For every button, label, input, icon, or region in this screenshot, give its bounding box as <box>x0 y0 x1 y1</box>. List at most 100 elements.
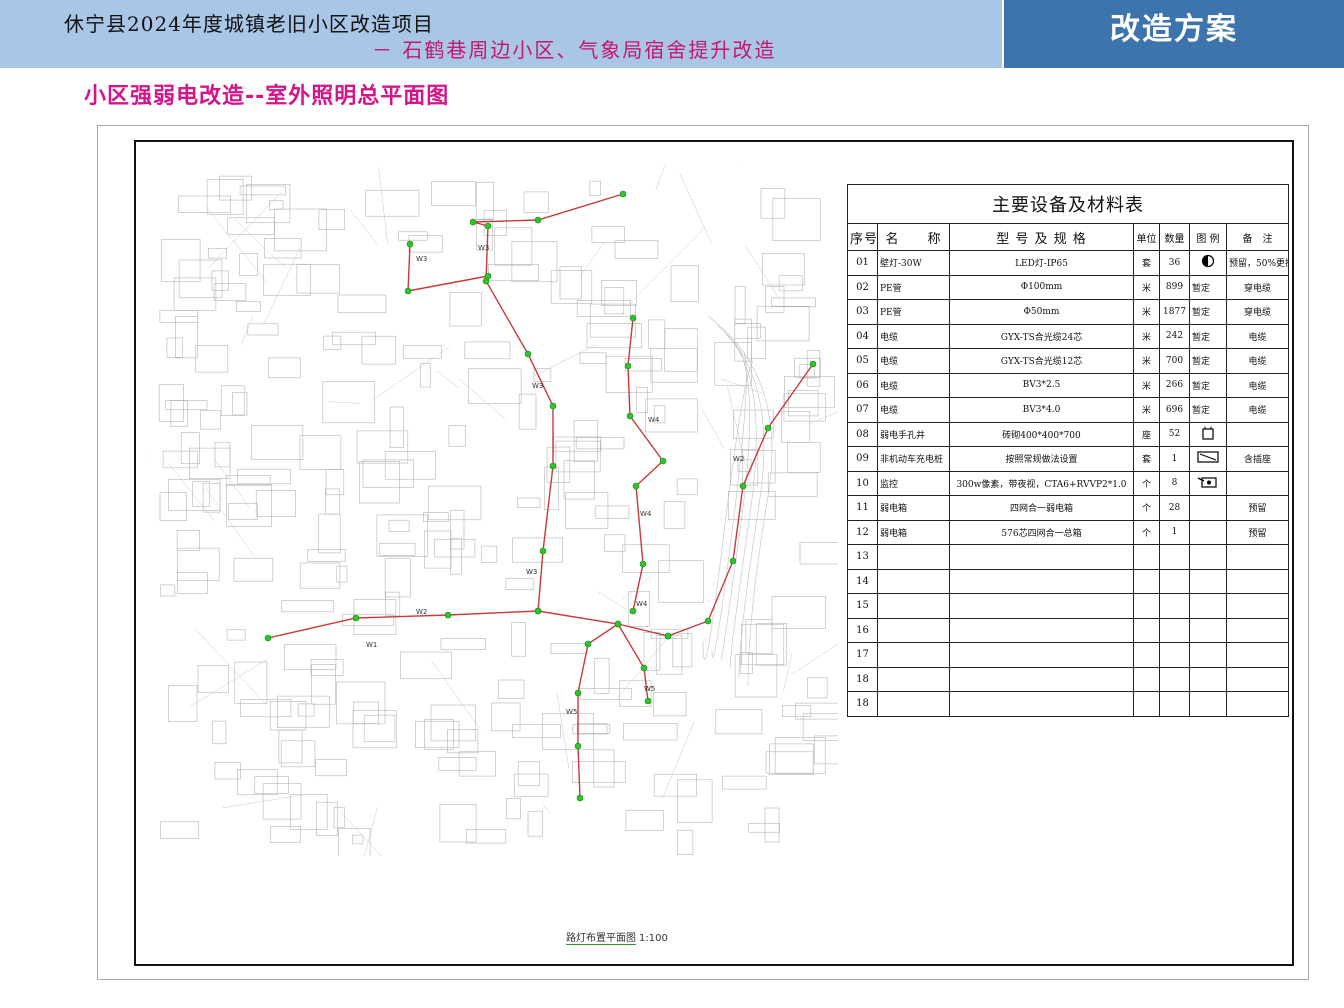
cell-name <box>877 642 950 668</box>
table-row: 06 电缆 BV3*2.5 米 266 暂定 电缆 <box>847 372 1290 398</box>
cell-text: 05 <box>856 355 869 367</box>
cell-text: 个 <box>1141 504 1151 515</box>
cell-sym-text <box>1189 470 1227 496</box>
cell-unit: 个 <box>1133 470 1160 496</box>
cell-sym-text <box>1189 666 1227 692</box>
building-outline <box>440 638 486 650</box>
building-outline <box>246 184 291 224</box>
cell-text: 300w像素，带夜视，CTA6+RVVP2*1.0 <box>956 479 1127 490</box>
building-outline <box>254 776 289 794</box>
cell-name: PE管 <box>877 299 950 325</box>
road-edge-line <box>679 173 712 243</box>
cell-sym-text <box>1189 691 1227 717</box>
cell-no: 01 <box>847 250 878 276</box>
building-outline <box>622 544 670 573</box>
building-outline <box>232 392 248 416</box>
cell-text: 预留 <box>1248 528 1267 539</box>
cell-remark: 预留，50%更换 <box>1225 250 1290 276</box>
cell-text: 18 <box>856 673 869 685</box>
light-fixture-icon <box>484 222 492 230</box>
building-outline <box>332 331 377 346</box>
building-outline <box>747 326 766 360</box>
cell-name: 电缆 <box>877 323 950 349</box>
light-fixture-icon <box>534 607 542 615</box>
cell-unit <box>1133 593 1160 619</box>
cell-text: 01 <box>856 257 869 269</box>
building-outline <box>420 363 431 388</box>
cell-text: 暂定 <box>1192 308 1211 319</box>
light-fixture-icon <box>534 216 542 224</box>
cell-text: 16 <box>856 624 869 636</box>
building-outline <box>239 253 258 276</box>
cell-remark: 穿电缆 <box>1225 299 1290 325</box>
cell-name: 弱电手孔井 <box>877 421 950 447</box>
building-outline <box>676 478 698 496</box>
light-fixture-icon <box>664 632 672 640</box>
road-edge-line <box>378 166 389 245</box>
cell-no: 10 <box>847 470 878 496</box>
cell-text: 暂定 <box>1192 283 1211 294</box>
route-label: W3 <box>526 568 537 576</box>
cell-text: 02 <box>856 281 869 293</box>
road-edge-line <box>350 210 378 245</box>
building-outline <box>593 657 610 694</box>
charger-icon <box>1196 450 1220 467</box>
cell-unit: 米 <box>1133 372 1160 398</box>
building-outline <box>748 823 780 833</box>
road-edge-line <box>207 191 282 269</box>
road-edge-line <box>627 227 705 306</box>
building-outline <box>168 685 198 722</box>
building-outline <box>576 723 608 735</box>
cell-text: LED灯-IP65 <box>1015 259 1068 270</box>
cell-qty <box>1159 666 1190 692</box>
cell-remark <box>1225 617 1290 643</box>
building-outline <box>255 490 296 518</box>
cell-text: 弱电手孔井 <box>880 430 926 441</box>
table-header-row: 序号 名 称 型 号 及 规 格 单位 数量 图 例 备 注 <box>847 223 1290 251</box>
light-fixture-icon <box>809 360 817 368</box>
route-label: W2 <box>416 608 427 616</box>
building-outline <box>408 235 443 253</box>
building-outline <box>239 185 286 196</box>
building-outline <box>807 677 828 699</box>
light-fixture-icon <box>764 424 772 432</box>
cell-text: BV3*2.5 <box>1022 380 1061 391</box>
road-edge-line <box>702 409 725 449</box>
cell-sym-text <box>1189 617 1227 643</box>
building-outline <box>595 505 630 519</box>
cell-unit <box>1133 666 1160 692</box>
cell-text: Φ50mm <box>1023 306 1060 317</box>
building-outline <box>158 384 184 422</box>
road-edge-line <box>737 166 740 168</box>
building-outline <box>506 798 521 820</box>
cell-unit: 米 <box>1133 299 1160 325</box>
building-outline <box>424 530 452 569</box>
cell-text: PE管 <box>880 283 902 294</box>
cell-spec: 砖砌400*400*700 <box>949 421 1134 447</box>
cell-unit: 座 <box>1133 421 1160 447</box>
cell-text: 预留 <box>1248 504 1267 515</box>
light-fixture-icon <box>739 482 747 490</box>
building-outline <box>299 562 341 589</box>
building-outline <box>359 461 401 504</box>
light-fixture-icon <box>444 611 452 619</box>
building-outline <box>653 692 687 717</box>
cell-text: 04 <box>856 330 869 342</box>
cell-sym-text <box>1189 642 1227 668</box>
cell-text: 1 <box>1171 527 1178 538</box>
road-edge-line <box>327 401 360 404</box>
cell-text: 电缆 <box>1248 381 1267 392</box>
cell-sym-text <box>1189 495 1227 521</box>
building-outline <box>166 337 183 358</box>
cell-text: 米 <box>1141 308 1151 319</box>
building-outline <box>240 699 292 718</box>
building-outline <box>449 292 482 327</box>
building-outline <box>212 720 227 745</box>
cell-text: 03 <box>856 306 869 318</box>
building-outline <box>264 238 302 259</box>
building-outline <box>650 348 698 383</box>
cell-text: 11 <box>856 502 869 514</box>
building-outline <box>352 710 398 749</box>
cell-spec <box>949 544 1134 570</box>
drawing-caption: 路灯布置平面图 1:100 <box>566 929 668 945</box>
